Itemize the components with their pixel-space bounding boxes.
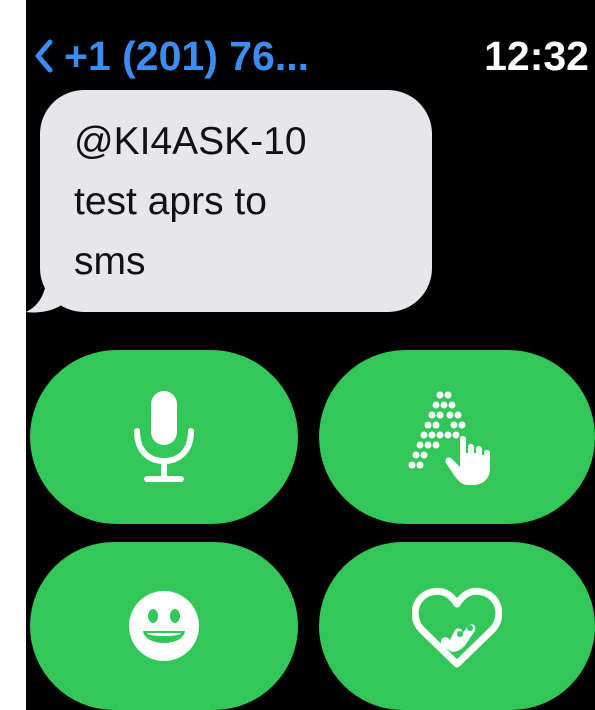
watch-screen: +1 (201) 76... 12:32 @KI4ASK-10 test apr… (26, 0, 595, 710)
emoji-icon (129, 591, 199, 661)
scribble-button[interactable] (319, 350, 595, 524)
emoji-button[interactable] (30, 542, 298, 710)
message-bubble: @KI4ASK-10 test aprs to sms (40, 90, 432, 312)
digital-touch-icon (412, 587, 502, 668)
microphone-icon (134, 391, 194, 482)
top-bar: +1 (201) 76... 12:32 (26, 28, 595, 84)
contact-name: +1 (201) 76... (64, 32, 310, 79)
back-button[interactable]: +1 (201) 76... (34, 28, 309, 84)
digital-touch-button[interactable] (319, 542, 595, 710)
scribble-icon (408, 391, 490, 485)
clock-time: 12:32 (484, 33, 589, 79)
dictation-button[interactable] (30, 350, 298, 524)
message-text: @KI4ASK-10 test aprs to sms (74, 120, 307, 283)
chevron-left-icon (35, 39, 53, 73)
